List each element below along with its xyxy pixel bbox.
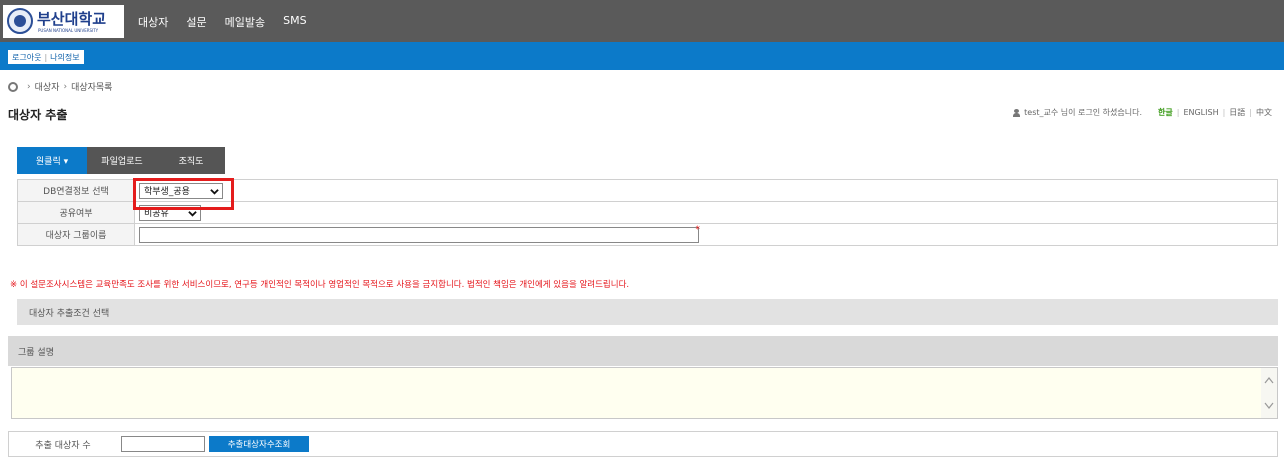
tab-one-click[interactable]: 원클릭 ▾ [17, 147, 87, 174]
chevron-right-icon: › [63, 81, 68, 92]
db-label: DB연결정보 선택 [17, 180, 135, 201]
extract-count-input[interactable] [121, 436, 205, 452]
main-nav: 대상자 설문 메일발송 SMS [138, 14, 325, 30]
breadcrumb-item-target-list[interactable]: 대상자목록 [71, 80, 112, 93]
share-label: 공유여부 [17, 202, 135, 223]
chevron-right-icon: › [27, 81, 31, 92]
group-name-label: 대상자 그룹이름 [17, 224, 135, 245]
lang-japanese[interactable]: 日語 [1225, 107, 1249, 118]
account-bar [0, 42, 1284, 70]
breadcrumb: › 대상자 › 대상자목록 [8, 80, 112, 93]
scroll-down-icon[interactable] [1264, 402, 1274, 410]
my-info-button[interactable]: 나의정보 [50, 52, 79, 63]
logout-button[interactable]: 로그아웃 [12, 52, 41, 63]
extract-count-label: 추출 대상자 수 [35, 440, 91, 451]
db-cell: 학부생_공용 [135, 180, 1278, 201]
required-mark: * [695, 224, 701, 235]
logo-subtitle: PUSAN NATIONAL UNIVERSITY [38, 28, 99, 33]
emblem-icon [7, 8, 33, 34]
page-title: 대상자 추출 [8, 108, 68, 122]
form-row-group-name: 대상자 그룹이름 * [17, 224, 1278, 246]
tab-org-chart[interactable]: 조직도 [157, 147, 225, 174]
nav-item-mail[interactable]: 메일발송 [225, 14, 265, 30]
lang-korean[interactable]: 한글 [1154, 107, 1177, 118]
group-name-cell: * [135, 224, 1278, 245]
textarea-scrollbar[interactable] [1261, 368, 1277, 418]
divider: | [44, 52, 48, 62]
nav-item-sms[interactable]: SMS [283, 14, 306, 30]
extract-count-row: 추출 대상자 수 추출대상자수조회 [8, 431, 1278, 457]
breadcrumb-item-target[interactable]: 대상자 [35, 80, 60, 93]
top-header: 부산대학교 PUSAN NATIONAL UNIVERSITY 대상자 설문 메… [0, 0, 1284, 42]
user-icon [1013, 108, 1021, 117]
login-message: test_교수 님이 로그인 하셨습니다. [1024, 108, 1142, 117]
language-switcher: 한글 | ENGLISH | 日語 | 中文 [1154, 107, 1276, 118]
home-icon[interactable] [8, 81, 18, 92]
account-links: 로그아웃 | 나의정보 [8, 50, 84, 64]
group-desc-header: 그룹 설명 [8, 336, 1278, 366]
query-count-button[interactable]: 추출대상자수조회 [209, 436, 309, 452]
group-name-input[interactable]: * [139, 224, 701, 243]
extraction-tabs: 원클릭 ▾ 파일업로드 조직도 [17, 147, 225, 174]
lang-chinese[interactable]: 中文 [1252, 107, 1276, 118]
nav-item-survey[interactable]: 설문 [186, 14, 206, 30]
condition-section-header[interactable]: 대상자 추출조건 선택 [17, 299, 1278, 325]
login-info: test_교수 님이 로그인 하셨습니다. 한글 | ENGLISH | 日語 … [1013, 107, 1276, 118]
group-desc-textarea[interactable] [11, 367, 1278, 419]
lang-english[interactable]: ENGLISH [1179, 108, 1222, 117]
tab-file-upload[interactable]: 파일업로드 [87, 147, 157, 174]
share-cell: 비공유 [135, 202, 1278, 223]
highlight-box [133, 178, 234, 210]
usage-notice: ※ 이 설문조사시스템은 교육만족도 조사를 위한 서비스이므로, 연구등 개인… [10, 280, 630, 290]
logo-title: 부산대학교 [37, 10, 107, 28]
scroll-up-icon[interactable] [1264, 376, 1274, 384]
university-logo[interactable]: 부산대학교 PUSAN NATIONAL UNIVERSITY [3, 5, 124, 38]
nav-item-target[interactable]: 대상자 [138, 14, 168, 30]
